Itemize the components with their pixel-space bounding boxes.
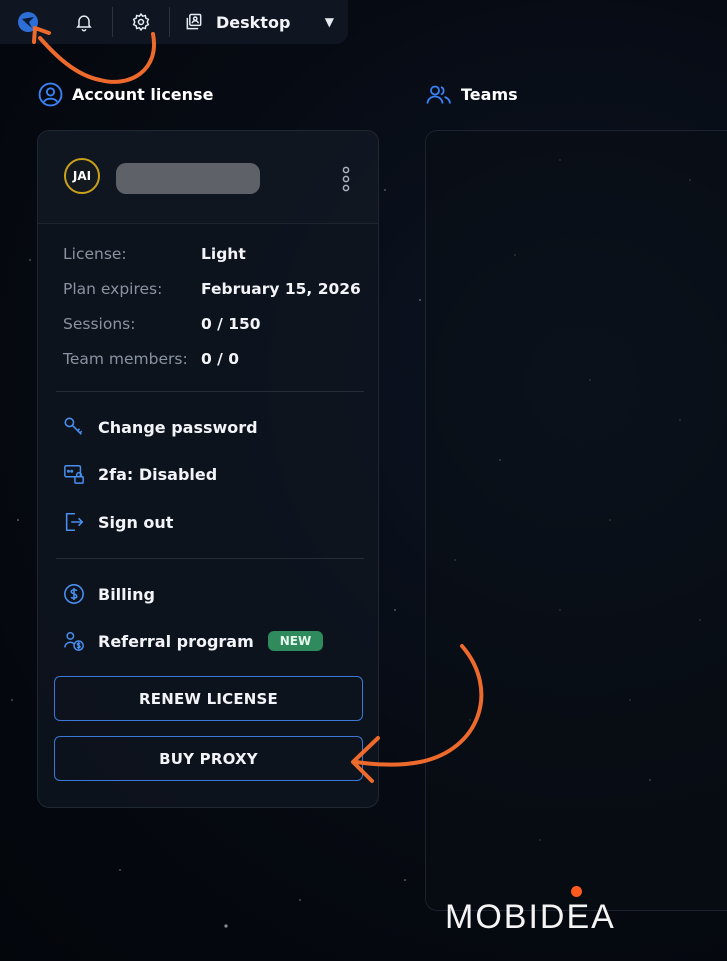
sign-out-icon (65, 512, 84, 532)
app-logo-icon (18, 12, 38, 32)
license-info: License: Light Plan expires: February 15… (63, 245, 361, 385)
more-options-icon[interactable] (338, 165, 354, 193)
app-logo-button[interactable] (0, 0, 56, 44)
key-icon (64, 417, 83, 435)
info-label: Plan expires: (63, 280, 163, 298)
referral-label: Referral program (98, 631, 254, 651)
redacted-username (116, 163, 260, 194)
twofa-link[interactable]: 2fa: Disabled (63, 463, 217, 485)
info-row-license: License: Light (63, 245, 361, 280)
info-value: February 15, 2026 (201, 280, 361, 298)
divider (56, 558, 364, 559)
info-row-sessions: Sessions: 0 / 150 (63, 315, 361, 350)
info-row-team-members: Team members: 0 / 0 (63, 350, 361, 385)
info-label: Sessions: (63, 315, 136, 333)
account-card: JAI License: Light Plan expires: Februar… (37, 130, 379, 808)
lock-screen-icon (64, 465, 84, 484)
avatar: JAI (64, 158, 100, 194)
buy-proxy-button[interactable]: BUY PROXY (54, 736, 363, 781)
desktop-profile-icon (186, 13, 202, 30)
referral-user-icon (64, 632, 84, 651)
change-password-link[interactable]: Change password (63, 416, 258, 438)
info-label: License: (63, 245, 127, 263)
new-badge: NEW (267, 631, 324, 651)
mobidea-watermark: MOBIDEA (445, 898, 616, 936)
teams-title: Teams (461, 85, 518, 104)
watermark-dot (571, 886, 582, 897)
gear-icon (132, 12, 150, 32)
settings-button[interactable] (113, 0, 169, 44)
info-value: 0 / 0 (201, 350, 240, 368)
desktop-profile-selector[interactable]: Desktop ▼ (170, 0, 348, 44)
divider (56, 391, 364, 392)
referral-program-link[interactable]: Referral program NEW (63, 630, 324, 652)
dollar-circle-icon (64, 584, 84, 604)
change-password-label: Change password (98, 417, 258, 437)
account-license-heading: Account license (38, 82, 213, 107)
info-row-plan-expires: Plan expires: February 15, 2026 (63, 280, 361, 315)
desktop-label: Desktop (216, 12, 291, 32)
top-toolbar: Desktop ▼ (0, 0, 348, 44)
teams-panel (425, 130, 727, 911)
info-value: Light (201, 245, 246, 263)
billing-link[interactable]: Billing (63, 583, 155, 605)
team-users-icon (426, 85, 451, 104)
notifications-button[interactable] (56, 0, 112, 44)
account-card-header: JAI (38, 131, 378, 224)
info-value: 0 / 150 (201, 315, 261, 333)
teams-heading: Teams (426, 82, 518, 107)
bell-icon (76, 15, 92, 32)
account-license-title: Account license (72, 85, 214, 104)
user-circle-icon (38, 82, 63, 107)
info-label: Team members: (63, 350, 188, 368)
renew-license-button[interactable]: RENEW LICENSE (54, 676, 363, 721)
sign-out-label: Sign out (98, 512, 174, 532)
twofa-label: 2fa: Disabled (98, 464, 218, 484)
caret-down-icon: ▼ (324, 15, 334, 29)
billing-label: Billing (98, 584, 155, 604)
sign-out-link[interactable]: Sign out (63, 511, 173, 533)
